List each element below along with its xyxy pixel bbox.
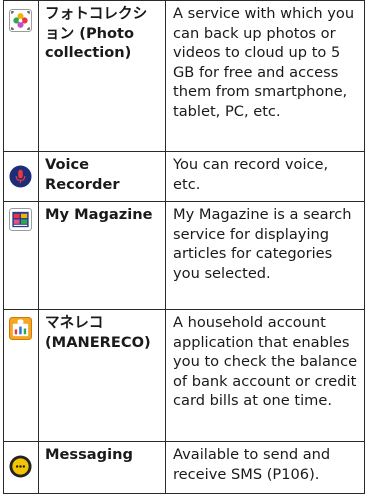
- app-name: フォトコレクション (Photo collection): [38, 0, 166, 152]
- table-row: Voice Recorder You can record voice, etc…: [3, 151, 365, 202]
- manereco-icon: [9, 317, 32, 340]
- table-row: マネレコ (MANERECO) A household account appl…: [3, 309, 365, 442]
- icon-cell: [3, 441, 39, 494]
- table-row: フォトコレクション (Photo collection) A service w…: [3, 0, 365, 152]
- table-row: My Magazine My Magazine is a search serv…: [3, 201, 365, 310]
- icon-cell: [3, 0, 39, 152]
- table-row: Messaging Available to send and receive …: [3, 441, 365, 494]
- app-description: A household account application that ena…: [165, 309, 365, 442]
- app-description: My Magazine is a search service for disp…: [165, 201, 365, 310]
- photo-collection-icon: [9, 9, 32, 32]
- app-name: Voice Recorder: [38, 151, 166, 202]
- app-name: マネレコ (MANERECO): [38, 309, 166, 442]
- app-description: You can record voice, etc.: [165, 151, 365, 202]
- icon-cell: [3, 151, 39, 202]
- app-description: A service with which you can back up pho…: [165, 0, 365, 152]
- icon-cell: [3, 201, 39, 310]
- messaging-icon: [9, 455, 32, 478]
- app-name: My Magazine: [38, 201, 166, 310]
- voice-recorder-icon: [9, 165, 32, 188]
- app-description: Available to send and receive SMS (P106)…: [165, 441, 365, 494]
- my-magazine-icon: [9, 208, 32, 231]
- icon-cell: [3, 309, 39, 442]
- app-name: Messaging: [38, 441, 166, 494]
- app-description-table: フォトコレクション (Photo collection) A service w…: [3, 0, 365, 494]
